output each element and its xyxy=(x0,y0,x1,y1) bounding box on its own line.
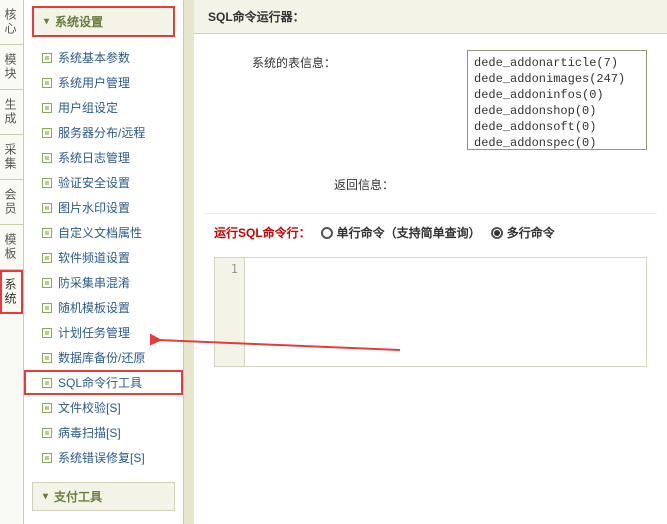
radio-icon xyxy=(321,227,333,239)
sidebar-item-label: 随机模板设置 xyxy=(58,299,130,316)
bullet-icon xyxy=(42,453,52,463)
main-panel: SQL命令运行器： 系统的表信息： dede_addonarticle(7)de… xyxy=(194,0,667,524)
sidebar-item-label: 系统基本参数 xyxy=(58,49,130,66)
run-sql-label: 运行SQL命令行： xyxy=(214,224,311,241)
radio-label: 单行命令（支持简单查询） xyxy=(337,224,481,241)
divider xyxy=(184,0,194,524)
sidebar-item-label: 系统错误修复[S] xyxy=(58,449,145,466)
page-title: SQL命令运行器： xyxy=(194,0,667,34)
return-info-label: 返回信息： xyxy=(204,156,657,213)
editor-gutter: 1 xyxy=(215,258,245,366)
sidebar-item-label: 图片水印设置 xyxy=(58,199,130,216)
sidebar-item[interactable]: 病毒扫描[S] xyxy=(24,420,183,445)
sidebar-item[interactable]: 点卡产品分类 xyxy=(24,519,183,524)
leftbar-tab[interactable]: 模板 xyxy=(0,225,23,270)
sidebar-item[interactable]: 随机模板设置 xyxy=(24,295,183,320)
sidebar-item-label: 防采集串混淆 xyxy=(58,274,130,291)
sidebar-item-label: 数据库备份/还原 xyxy=(58,349,145,366)
sidebar-item[interactable]: 系统基本参数 xyxy=(24,45,183,70)
sidebar-group-label: 支付工具 xyxy=(54,488,102,505)
sidebar-item[interactable]: 验证安全设置 xyxy=(24,170,183,195)
leftbar-tab[interactable]: 会员 xyxy=(0,180,23,225)
sidebar-item-label: 用户组设定 xyxy=(58,99,118,116)
table-row[interactable]: dede_addonshop(0) xyxy=(474,103,640,119)
sidebar-item[interactable]: 防采集串混淆 xyxy=(24,270,183,295)
table-info-label: 系统的表信息： xyxy=(214,50,374,71)
sidebar-item-label: 服务器分布/远程 xyxy=(58,124,145,141)
table-row[interactable]: dede_addonspec(0) xyxy=(474,135,640,150)
sidebar-item[interactable]: 用户组设定 xyxy=(24,95,183,120)
bullet-icon xyxy=(42,228,52,238)
sidebar-item[interactable]: 软件频道设置 xyxy=(24,245,183,270)
sidebar-item[interactable]: 文件校验[S] xyxy=(24,395,183,420)
sidebar-item[interactable]: SQL命令行工具 xyxy=(24,370,183,395)
sidebar-group-label: 系统设置 xyxy=(55,13,103,30)
bullet-icon xyxy=(42,53,52,63)
leftbar-tab[interactable]: 核心 xyxy=(0,0,23,45)
sidebar-item-label: 系统日志管理 xyxy=(58,149,130,166)
sidebar-item[interactable]: 系统错误修复[S] xyxy=(24,445,183,470)
left-tabbar: 核心模块生成采集会员模板系统 xyxy=(0,0,24,524)
bullet-icon xyxy=(42,78,52,88)
chevron-down-icon: ▾ xyxy=(43,491,48,502)
bullet-icon xyxy=(42,403,52,413)
leftbar-tab[interactable]: 采集 xyxy=(0,135,23,180)
table-row[interactable]: dede_addonarticle(7) xyxy=(474,55,640,71)
sidebar-item-label: 计划任务管理 xyxy=(58,324,130,341)
bullet-icon xyxy=(42,178,52,188)
bullet-icon xyxy=(42,253,52,263)
bullet-icon xyxy=(42,203,52,213)
sidebar-item[interactable]: 系统日志管理 xyxy=(24,145,183,170)
sql-editor[interactable]: 1 xyxy=(214,257,647,367)
sidebar-group-payment[interactable]: ▾ 支付工具 xyxy=(32,482,175,511)
sidebar-item[interactable]: 服务器分布/远程 xyxy=(24,120,183,145)
leftbar-tab[interactable]: 系统 xyxy=(0,270,23,314)
radio-multi-line[interactable]: 多行命令 xyxy=(491,224,555,241)
bullet-icon xyxy=(42,428,52,438)
sidebar-item[interactable]: 自定义文档属性 xyxy=(24,220,183,245)
bullet-icon xyxy=(42,128,52,138)
leftbar-tab[interactable]: 生成 xyxy=(0,90,23,135)
table-row[interactable]: dede_addoninfos(0) xyxy=(474,87,640,103)
sidebar-item-label: 病毒扫描[S] xyxy=(58,424,121,441)
radio-label: 多行命令 xyxy=(507,224,555,241)
sidebar-item-label: 软件频道设置 xyxy=(58,249,130,266)
bullet-icon xyxy=(42,353,52,363)
sidebar-item[interactable]: 系统用户管理 xyxy=(24,70,183,95)
sidebar-item[interactable]: 数据库备份/还原 xyxy=(24,345,183,370)
bullet-icon xyxy=(42,153,52,163)
sidebar-item-label: SQL命令行工具 xyxy=(58,374,142,391)
bullet-icon xyxy=(42,278,52,288)
sidebar-item-label: 系统用户管理 xyxy=(58,74,130,91)
bullet-icon xyxy=(42,328,52,338)
chevron-down-icon: ▾ xyxy=(44,16,49,27)
bullet-icon xyxy=(42,378,52,388)
sidebar-menu-payment: 点卡产品分类点卡产品管理会员产品分类 xyxy=(24,517,183,524)
bullet-icon xyxy=(42,103,52,113)
bullet-icon xyxy=(42,303,52,313)
sidebar-item-label: 验证安全设置 xyxy=(58,174,130,191)
radio-single-line[interactable]: 单行命令（支持简单查询） xyxy=(321,224,481,241)
table-info-list[interactable]: dede_addonarticle(7)dede_addonimages(247… xyxy=(467,50,647,150)
sidebar-item-label: 自定义文档属性 xyxy=(58,224,142,241)
table-row[interactable]: dede_addonimages(247) xyxy=(474,71,640,87)
leftbar-tab[interactable]: 模块 xyxy=(0,45,23,90)
sidebar: ▾ 系统设置 系统基本参数系统用户管理用户组设定服务器分布/远程系统日志管理验证… xyxy=(24,0,184,524)
sidebar-item[interactable]: 计划任务管理 xyxy=(24,320,183,345)
sidebar-item-label: 文件校验[S] xyxy=(58,399,121,416)
table-row[interactable]: dede_addonsoft(0) xyxy=(474,119,640,135)
sidebar-item[interactable]: 图片水印设置 xyxy=(24,195,183,220)
sidebar-menu-system: 系统基本参数系统用户管理用户组设定服务器分布/远程系统日志管理验证安全设置图片水… xyxy=(24,43,183,476)
radio-icon xyxy=(491,227,503,239)
sidebar-group-system[interactable]: ▾ 系统设置 xyxy=(32,6,175,37)
